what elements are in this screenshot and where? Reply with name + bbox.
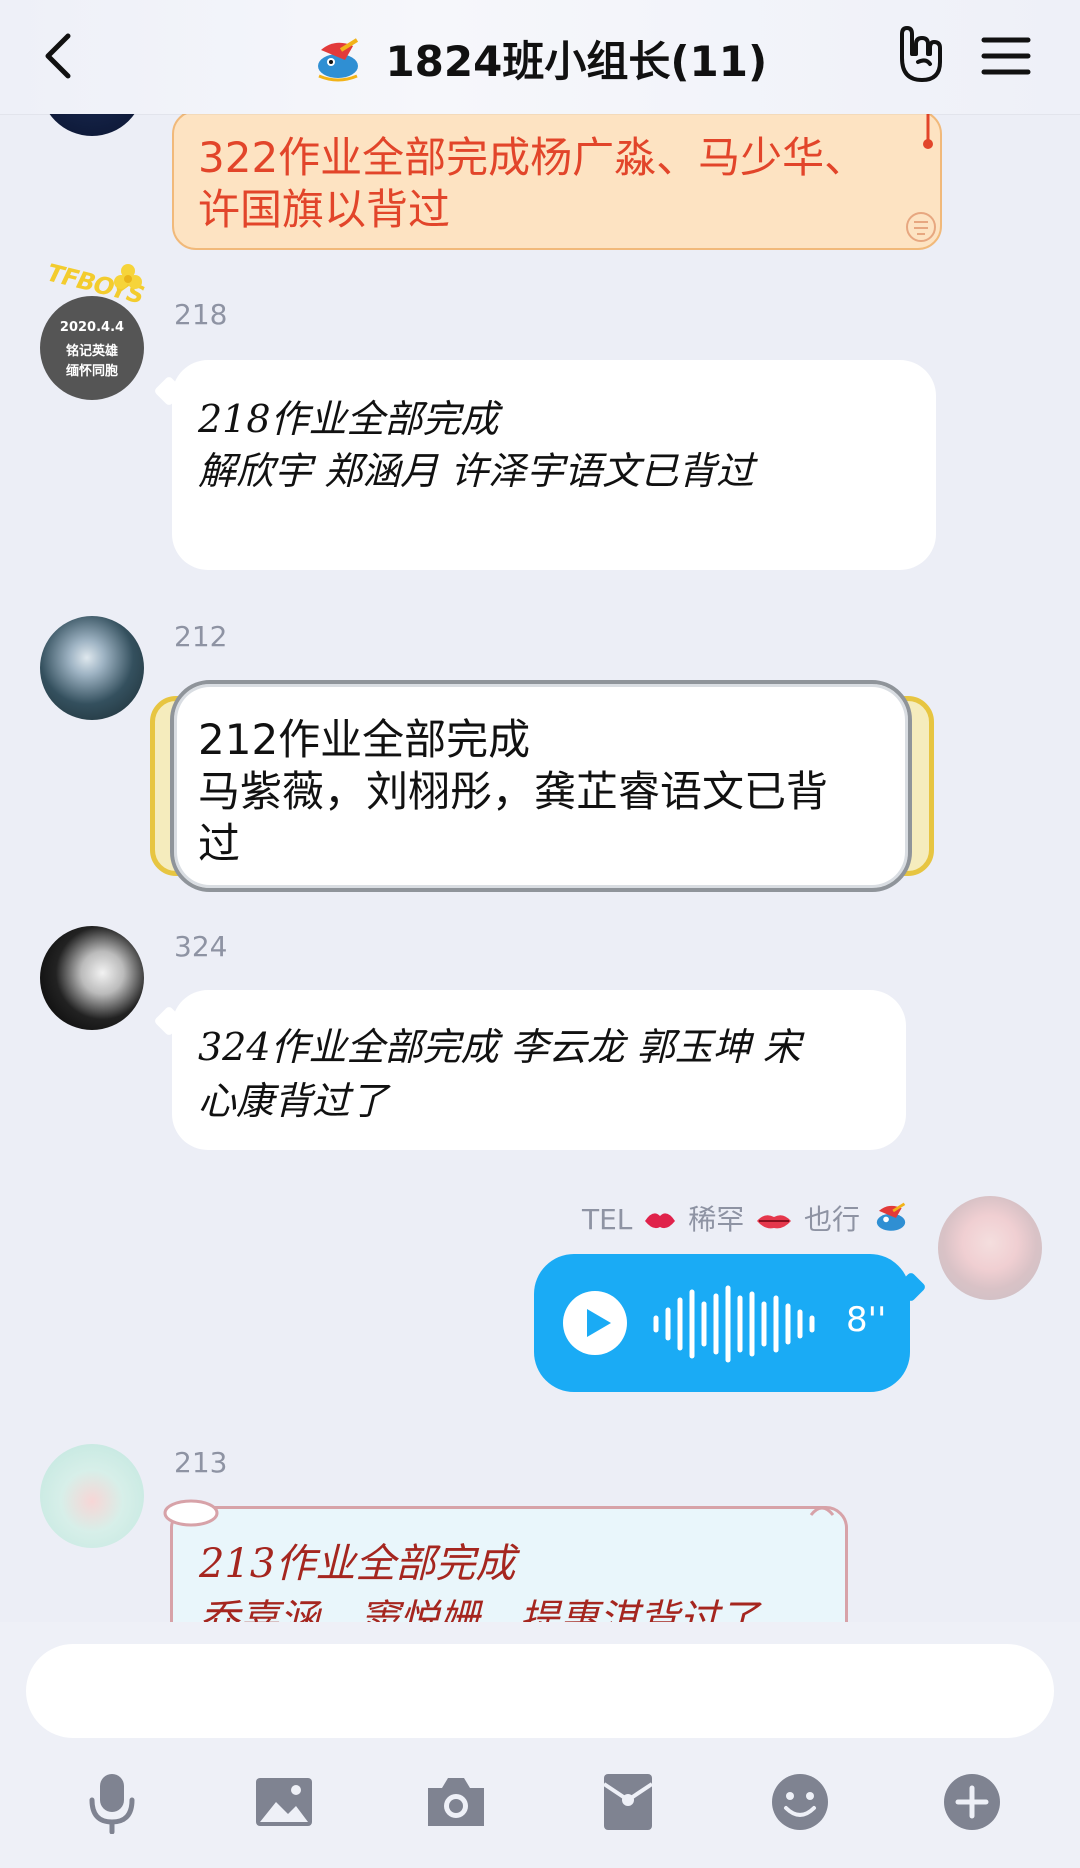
message-text-324-line2: 心康背过了: [198, 1079, 389, 1123]
message-bubble-324[interactable]: 324作业全部完成 李云龙 郭玉坤 宋 心康背过了: [172, 990, 906, 1150]
message-bubble-322[interactable]: 322作业全部完成杨广淼、马少华、 许国旗以背过: [172, 110, 942, 250]
dragon-icon: [317, 38, 358, 82]
sender-name-tel: TEL 稀罕 也行: [582, 1198, 909, 1238]
message-text-324-line1: 324作业全部完成 李云龙 郭玉坤 宋: [198, 1025, 801, 1069]
camera-icon[interactable]: [424, 1770, 488, 1834]
message-text-213-line1: 213作业全部完成: [199, 1541, 516, 1587]
image-icon[interactable]: [252, 1770, 316, 1834]
sender-name-tel-suffix: 也行: [804, 1203, 861, 1236]
voice-duration: 8'': [846, 1300, 887, 1340]
sender-name-324: 324: [174, 930, 228, 963]
message-input[interactable]: [26, 1644, 1054, 1738]
message-text-322-line2: 许国旗以背过: [198, 185, 451, 234]
dragon-icon: [876, 1202, 906, 1231]
plus-icon[interactable]: [940, 1770, 1004, 1834]
lips-icon: [757, 1215, 792, 1229]
avatar-218-line2: 铭记英雄: [65, 344, 118, 359]
message-text-212-line2: 马紫薇，刘栩彤，龚芷睿语文已背: [198, 767, 829, 816]
flower-icon: [114, 264, 142, 289]
clip-decoration-icon: [809, 1506, 835, 1516]
input-panel: [0, 1622, 1080, 1868]
avatar-self[interactable]: [938, 1196, 1042, 1300]
avatar-324[interactable]: [40, 926, 144, 1030]
sender-name-tel-mid: 稀罕: [688, 1203, 745, 1236]
message-text-213-line2: 乔嘉涵，窦悦姗，提惠淇背过了: [199, 1597, 759, 1622]
voice-waveform-icon: [653, 1285, 815, 1363]
voice-message-bubble[interactable]: 8'': [534, 1254, 910, 1392]
menu-icon[interactable]: [980, 30, 1032, 82]
goggles-decoration-icon: [163, 1499, 219, 1527]
sender-name-218: 218: [174, 298, 228, 331]
kiss-lips-icon: [645, 1213, 676, 1229]
avatar-218[interactable]: 2020.4.4 铭记英雄 缅怀同胞: [40, 296, 144, 400]
chat-title-text: 1824班小组长(11): [385, 37, 768, 86]
sender-name-tel-prefix: TEL: [582, 1203, 633, 1236]
message-bubble-218[interactable]: 218作业全部完成 解欣宇 郑涵月 许泽宇语文已背过: [172, 360, 936, 570]
microphone-icon[interactable]: [80, 1770, 144, 1834]
chat-message-list[interactable]: 322作业全部完成杨广淼、马少华、 许国旗以背过 2020.4.4 铭记英雄 缅…: [0, 0, 1080, 1622]
message-bubble-213[interactable]: 213作业全部完成 乔嘉涵，窦悦姗，提惠淇背过了: [163, 1499, 848, 1622]
emoji-icon[interactable]: [768, 1770, 832, 1834]
play-icon[interactable]: [562, 1290, 628, 1356]
message-text-218-line1: 218作业全部完成: [198, 397, 499, 441]
sender-name-212: 212: [174, 620, 228, 653]
red-packet-icon[interactable]: [596, 1770, 660, 1834]
avatar-218-line1: 2020.4.4: [59, 320, 125, 335]
avatar-218-line3: 缅怀同胞: [65, 364, 118, 379]
stamp-decoration-icon: [906, 212, 936, 242]
message-text-212-line3: 过: [198, 819, 241, 868]
chat-header: 1824班小组长(11): [0, 0, 1080, 114]
rock-hand-icon[interactable]: [888, 26, 948, 86]
avatar-212[interactable]: [40, 616, 144, 720]
sender-name-213: 213: [174, 1446, 228, 1479]
message-text-218-line2: 解欣宇 郑涵月 许泽宇语文已背过: [198, 449, 755, 493]
avatar-213[interactable]: [40, 1444, 144, 1548]
message-bubble-212[interactable]: 212作业全部完成 马紫薇，刘栩彤，龚芷睿语文已背 过: [170, 680, 912, 892]
